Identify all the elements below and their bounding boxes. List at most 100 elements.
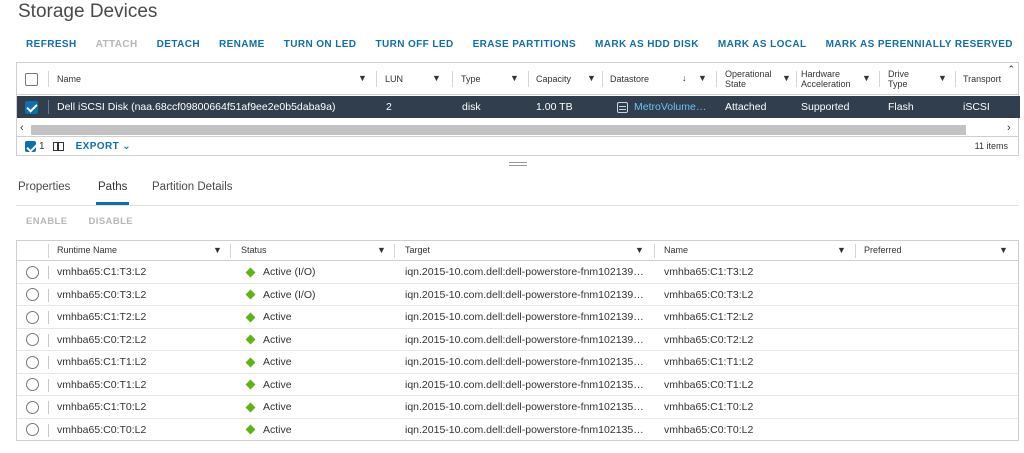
devices-grid: Name ▼ LUN ▼ Type ▼ Capacity ▼ Datastore… [16,62,1020,156]
path-status: Active [263,423,292,436]
status-active-icon [245,357,256,367]
mark-as-local-button[interactable]: MARK AS LOCAL [718,39,807,53]
tab-divider [16,205,1019,206]
scroll-down-icon[interactable]: ⌄ [1007,110,1015,121]
filter-icon[interactable]: ▼ [938,73,947,83]
erase-partitions-button[interactable]: ERASE PARTITIONS [473,39,576,53]
column-header-name[interactable]: Name [664,245,688,255]
turn-off-led-button[interactable]: TURN OFF LED [375,39,453,53]
rename-button[interactable]: RENAME [219,39,265,53]
filter-icon[interactable]: ▼ [377,245,386,255]
refresh-button[interactable]: REFRESH [26,39,77,53]
row-radio[interactable] [26,400,39,414]
path-runtime-name: vmhba65:C1:T1:L2 [57,356,147,368]
path-row[interactable]: vmhba65:C1:T1:L2 Active iqn.2015-10.com.… [17,351,1018,374]
path-row[interactable]: vmhba65:C1:T3:L2 Active (I/O) iqn.2015-1… [17,261,1018,284]
filter-icon[interactable]: ▼ [837,245,846,255]
filter-icon[interactable]: ▼ [782,73,791,83]
path-target: iqn.2015-10.com.dell:dell-powerstore-fnm… [405,423,644,436]
sort-arrow-icon[interactable]: ↓ [682,73,687,83]
scroll-right-icon[interactable]: › [1007,122,1011,134]
device-row[interactable]: Dell iSCSI Disk (naa.68ccf09800664f51af9… [17,96,1020,118]
row-radio[interactable] [26,288,39,301]
panel-splitter[interactable] [509,162,527,163]
tab-properties[interactable]: Properties [18,181,70,193]
row-radio[interactable] [26,310,39,324]
mark-as-hdd-disk-button[interactable]: MARK AS HDD DISK [595,39,699,53]
path-status: Active [263,311,292,323]
column-header-transport[interactable]: Transport [963,74,1001,84]
column-header-name[interactable]: Name [57,74,81,84]
tab-partition-details[interactable]: Partition Details [152,181,233,193]
row-radio[interactable] [26,265,39,279]
path-target: iqn.2015-10.com.dell:dell-powerstore-fnm… [405,356,644,368]
filter-icon[interactable]: ▼ [510,73,519,83]
column-header-runtime-name[interactable]: Runtime Name [57,245,117,255]
scroll-up-icon[interactable]: ⌃ [1007,64,1015,75]
disable-button[interactable]: DISABLE [89,216,134,227]
path-target: iqn.2015-10.com.dell:dell-powerstore-fnm… [405,378,644,391]
column-header-capacity[interactable]: Capacity [536,74,571,84]
row-radio[interactable] [26,378,39,391]
column-header-operational-state[interactable]: Operational State [725,69,772,89]
enable-button[interactable]: ENABLE [26,216,67,227]
scrollbar-thumb[interactable] [31,125,966,135]
device-capacity: 1.00 TB [536,101,573,113]
column-header-datastore[interactable]: Datastore [610,74,649,84]
select-all-checkbox[interactable] [25,72,38,86]
mark-as-perennially-reserved-button[interactable]: MARK AS PERENNIALLY RESERVED [826,39,1013,53]
scroll-left-icon[interactable]: ‹ [20,122,24,134]
device-name: Dell iSCSI Disk (naa.68ccf09800664f51af9… [57,101,336,113]
row-radio[interactable] [26,333,39,346]
path-runtime-name: vmhba65:C1:T3:L2 [57,266,147,278]
path-status: Active (I/O) [263,288,316,301]
column-header-status[interactable]: Status [241,245,267,255]
status-active-icon [245,289,256,300]
path-runtime-name: vmhba65:C0:T2:L2 [57,333,147,346]
datastore-link[interactable]: MetroVolume… [634,101,706,113]
path-name: vmhba65:C1:T3:L2 [664,266,754,278]
path-target: iqn.2015-10.com.dell:dell-powerstore-fnm… [405,311,644,323]
filter-icon[interactable]: ▼ [862,73,871,83]
devices-grid-header: Name ▼ LUN ▼ Type ▼ Capacity ▼ Datastore… [17,63,1018,95]
column-header-target[interactable]: Target [405,245,430,255]
path-row[interactable]: vmhba65:C1:T2:L2 Active iqn.2015-10.com.… [17,306,1018,329]
filter-icon[interactable]: ▼ [698,73,707,83]
tab-paths[interactable]: Paths [95,181,130,205]
status-active-icon [245,312,256,322]
detach-button[interactable]: DETACH [157,39,200,53]
path-target: iqn.2015-10.com.dell:dell-powerstore-fnm… [405,401,644,413]
export-button[interactable]: EXPORT ⌄ [76,141,132,152]
filter-icon[interactable]: ▼ [432,73,441,83]
column-header-hardware-acceleration[interactable]: Hardware Acceleration [801,69,851,89]
row-radio[interactable] [26,355,39,369]
filter-icon[interactable]: ▼ [587,73,596,83]
device-type: disk [462,101,481,113]
column-header-drive-type[interactable]: Drive Type [888,69,909,89]
panel-splitter-line [509,165,527,166]
path-row[interactable]: vmhba65:C0:T2:L2 Active iqn.2015-10.com.… [17,329,1018,351]
row-radio[interactable] [26,423,39,436]
row-checkbox[interactable] [25,100,38,114]
filter-icon[interactable]: ▼ [358,73,367,83]
filter-icon[interactable]: ▼ [635,245,644,255]
path-row[interactable]: vmhba65:C0:T3:L2 Active (I/O) iqn.2015-1… [17,284,1018,306]
column-header-preferred[interactable]: Preferred [864,245,902,255]
attach-button[interactable]: ATTACH [96,39,138,53]
filter-icon[interactable]: ▼ [999,245,1008,255]
path-row[interactable]: vmhba65:C1:T0:L2 Active iqn.2015-10.com.… [17,396,1018,419]
column-header-type[interactable]: Type [461,74,481,84]
path-row[interactable]: vmhba65:C0:T0:L2 Active iqn.2015-10.com.… [17,419,1018,442]
device-operational-state: Attached [725,101,767,113]
status-active-icon [245,424,256,435]
filter-icon[interactable]: ▼ [213,245,222,255]
path-name: vmhba65:C0:T2:L2 [664,333,754,346]
turn-on-led-button[interactable]: TURN ON LED [284,39,357,53]
path-row[interactable]: vmhba65:C0:T1:L2 Active iqn.2015-10.com.… [17,374,1018,396]
horizontal-scrollbar[interactable]: ‹ › [17,122,1020,136]
column-toggle-icon[interactable] [52,142,64,151]
status-active-icon [245,267,256,277]
column-header-lun[interactable]: LUN [385,74,403,84]
device-drive-type: Flash [888,101,914,113]
datastore-icon [617,101,628,113]
